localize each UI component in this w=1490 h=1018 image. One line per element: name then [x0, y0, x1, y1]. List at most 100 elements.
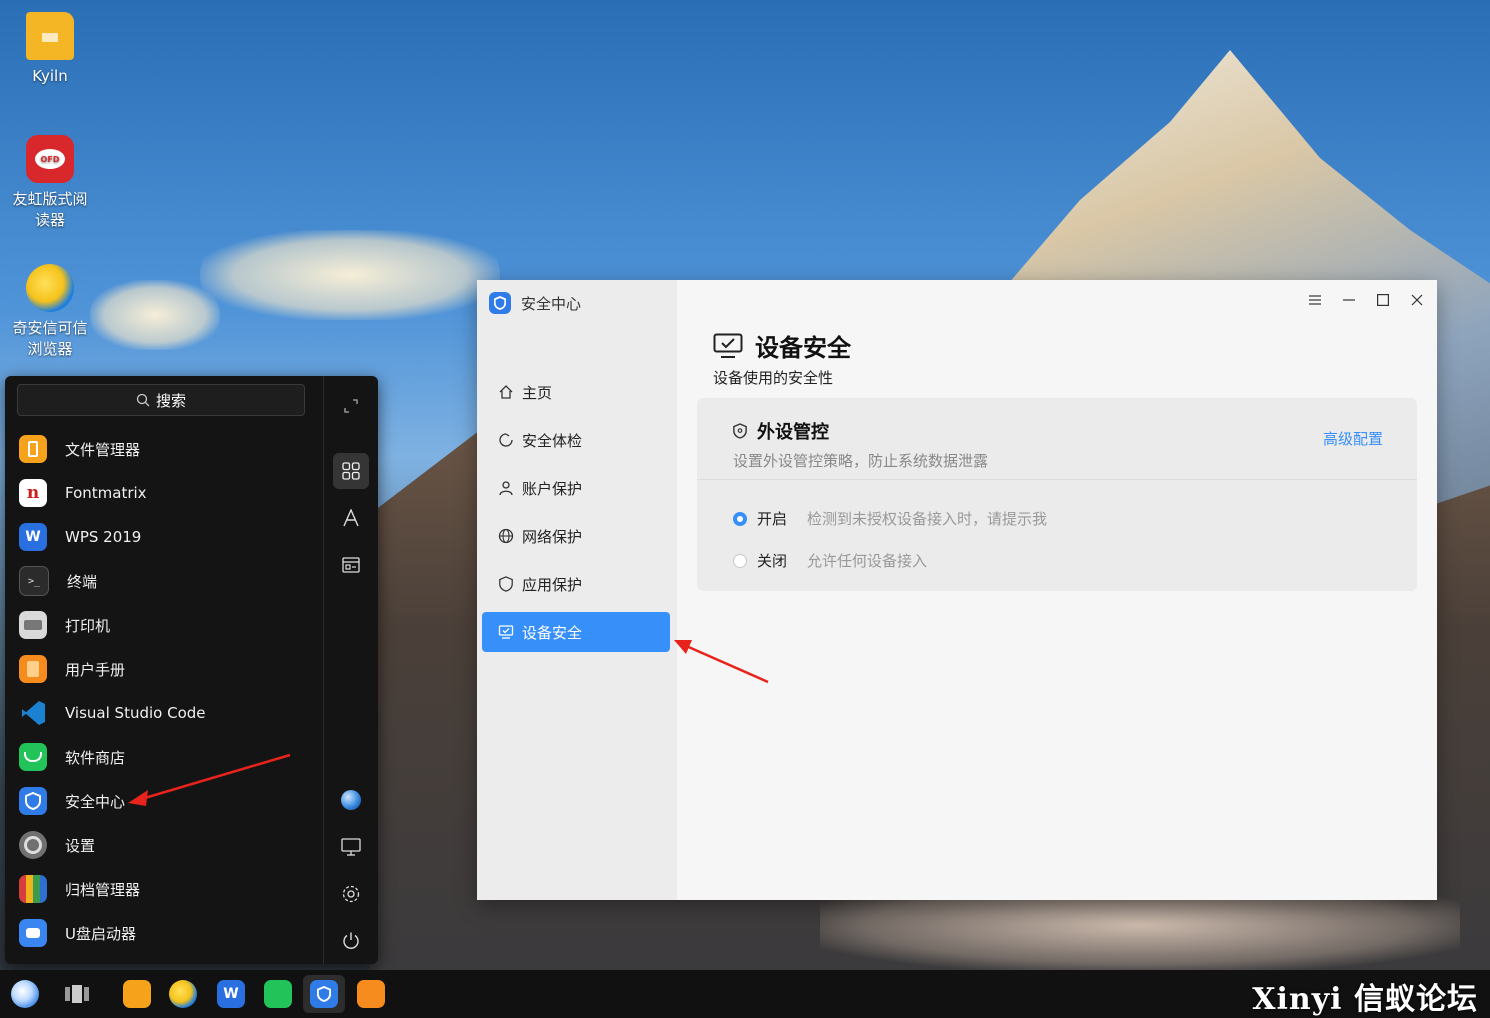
desktop-icon-browser[interactable]: 奇安信可信 浏览器 — [0, 264, 100, 360]
gear-icon — [342, 885, 360, 903]
radio-button-selected[interactable] — [733, 511, 747, 526]
app-label: 文件管理器 — [65, 440, 141, 459]
page-title-text: 设备安全 — [755, 334, 851, 362]
app-label: 打印机 — [65, 616, 111, 635]
card-description: 设置外设管控策略，防止系统数据泄露 — [733, 452, 989, 470]
power-icon — [343, 932, 359, 949]
desktop-icon-ofd-reader[interactable]: OFD 友虹版式阅 读器 — [0, 135, 100, 231]
app-label: 终端 — [67, 572, 98, 591]
globe-icon — [341, 790, 361, 810]
browser-shortcut-button[interactable] — [333, 782, 369, 818]
app-title: 安全中心 — [521, 294, 582, 313]
computer-shortcut-button[interactable] — [333, 829, 369, 865]
category-view-button[interactable] — [333, 547, 369, 583]
manual-icon — [19, 655, 47, 683]
ofd-reader-icon: OFD — [26, 135, 74, 183]
menu-icon — [1309, 295, 1321, 305]
wallpaper-cloud — [200, 230, 500, 320]
window-title: 安全中心 — [489, 292, 581, 314]
monitor-check-icon — [713, 333, 743, 358]
alphabetical-view-button[interactable] — [333, 500, 369, 536]
nav-label: 安全体检 — [522, 431, 583, 450]
option-enable[interactable]: 开启 检测到未授权设备接入时，请提示我 — [733, 508, 1047, 529]
nav-item-app-protection[interactable]: 应用保护 — [482, 564, 670, 604]
page-title: 设备安全 — [713, 328, 851, 363]
maximize-icon — [1377, 294, 1389, 306]
app-item-user-manual[interactable]: 用户手册 — [17, 647, 317, 691]
minimize-button[interactable] — [1339, 290, 1359, 310]
start-menu-divider — [323, 376, 324, 964]
nav-label: 应用保护 — [522, 575, 583, 594]
desktop-icon-kyiln[interactable]: Kyiln — [0, 12, 100, 87]
taskbar-user-manual[interactable] — [350, 975, 392, 1013]
watermark: Xinyi 信蚁论坛 — [1252, 982, 1478, 1017]
maximize-button[interactable] — [1373, 290, 1393, 310]
desktop-icon-label: 读器 — [34, 211, 65, 229]
app-item-usb-boot[interactable]: U盘启动器 — [17, 911, 317, 955]
app-label: 软件商店 — [65, 748, 126, 767]
app-item-vscode[interactable]: Visual Studio Code — [17, 691, 317, 735]
security-center-icon — [489, 292, 511, 314]
window-sidebar: 安全中心 主页 安全体检 账户保护 网络保护 应用保护 设备安全 — [477, 280, 677, 900]
peripheral-control-card: 外设管控 设置外设管控策略，防止系统数据泄露 高级配置 开启 检测到未授权设备接… — [697, 398, 1417, 591]
wps-icon: W — [19, 523, 47, 551]
folder-icon — [123, 980, 151, 1008]
app-item-fontmatrix[interactable]: n Fontmatrix — [17, 471, 317, 515]
close-button[interactable] — [1407, 290, 1427, 310]
app-item-settings[interactable]: 设置 — [17, 823, 317, 867]
card-header: 外设管控 设置外设管控策略，防止系统数据泄露 — [733, 418, 988, 471]
desktop-icon-label: 奇安信可信 — [12, 319, 88, 337]
expand-menu-button[interactable] — [333, 388, 369, 424]
app-item-terminal[interactable]: >_ 终端 — [17, 559, 317, 603]
window-controls — [1305, 290, 1427, 310]
advanced-config-link[interactable]: 高级配置 — [1323, 428, 1383, 449]
taskbar-file-manager[interactable] — [116, 975, 158, 1013]
app-item-wps[interactable]: W WPS 2019 — [17, 515, 317, 559]
nav-item-network-protection[interactable]: 网络保护 — [482, 516, 670, 556]
app-item-file-manager[interactable]: 文件管理器 — [17, 427, 317, 471]
nav-item-security-scan[interactable]: 安全体检 — [482, 420, 670, 460]
wps-icon: W — [217, 980, 245, 1008]
nav-label: 网络保护 — [522, 527, 583, 546]
taskbar: W Xinyi 信蚁论坛 — [0, 970, 1490, 1018]
app-item-printer[interactable]: 打印机 — [17, 603, 317, 647]
fontmatrix-icon: n — [19, 479, 47, 507]
settings-shortcut-button[interactable] — [333, 876, 369, 912]
app-item-software-store[interactable]: 软件商店 — [17, 735, 317, 779]
app-label: 设置 — [65, 836, 96, 855]
option-label: 开启 — [757, 510, 788, 528]
menu-button[interactable] — [1305, 290, 1325, 310]
app-label: WPS 2019 — [65, 528, 142, 546]
folder-icon — [26, 12, 74, 60]
taskbar-start-button[interactable] — [4, 975, 46, 1013]
radio-button[interactable] — [733, 553, 747, 568]
taskbar-wps[interactable]: W — [210, 975, 252, 1013]
option-disable[interactable]: 关闭 允许任何设备接入 — [733, 550, 927, 571]
nav-label: 设备安全 — [522, 623, 583, 642]
start-menu-search-input[interactable]: 搜索 — [17, 384, 305, 416]
card-title-text: 外设管控 — [757, 422, 829, 443]
nav-item-home[interactable]: 主页 — [482, 372, 670, 412]
nav-item-account-protection[interactable]: 账户保护 — [482, 468, 670, 508]
globe-icon — [498, 528, 514, 544]
manual-icon — [357, 980, 385, 1008]
power-button[interactable] — [333, 923, 369, 959]
monitor-check-icon — [498, 625, 514, 639]
taskbar-browser[interactable] — [162, 975, 204, 1013]
multitask-icon — [65, 985, 89, 1003]
nav-item-device-security[interactable]: 设备安全 — [482, 612, 670, 652]
store-icon — [264, 980, 292, 1008]
taskbar-software-store[interactable] — [257, 975, 299, 1013]
expand-icon — [344, 399, 358, 413]
page-subtitle: 设备使用的安全性 — [713, 369, 834, 387]
taskbar-security-center[interactable] — [303, 975, 345, 1013]
app-label: Fontmatrix — [65, 484, 147, 502]
taskbar-multitask-view[interactable] — [56, 975, 98, 1013]
terminal-icon: >_ — [19, 566, 49, 596]
app-label: 用户手册 — [65, 660, 126, 679]
nav-label: 账户保护 — [522, 479, 583, 498]
all-apps-view-button[interactable] — [333, 453, 369, 489]
card-title: 外设管控 — [733, 418, 988, 444]
app-item-archive-manager[interactable]: 归档管理器 — [17, 867, 317, 911]
app-item-security-center[interactable]: 安全中心 — [17, 779, 317, 823]
